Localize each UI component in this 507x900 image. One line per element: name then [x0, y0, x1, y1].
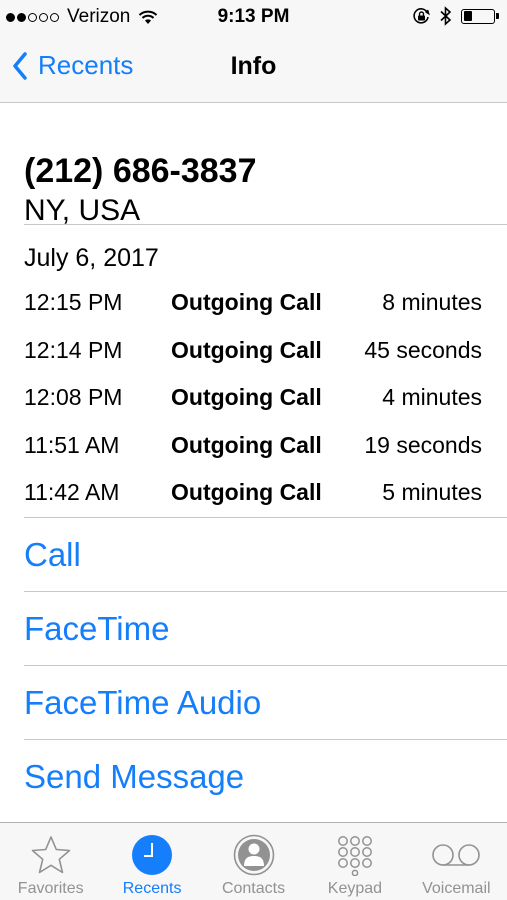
- person-icon: [233, 834, 274, 876]
- phone-screen: Verizon 9:13 PM Recents Info (212) 686-3…: [0, 0, 507, 900]
- call-history-list: 12:15 PM Outgoing Call 8 minutes 12:14 P…: [0, 275, 507, 517]
- clock-icon: [132, 835, 173, 875]
- call-type: Outgoing Call: [171, 431, 322, 458]
- star-icon: [31, 836, 71, 874]
- send-message-action-button[interactable]: Send Message: [0, 740, 507, 813]
- call-time: 12:14 PM: [24, 336, 123, 363]
- tab-label: Keypad: [327, 880, 383, 897]
- tab-voicemail[interactable]: Voicemail: [406, 823, 507, 900]
- call-type: Outgoing Call: [171, 384, 322, 410]
- navigation-bar: Recents Info: [0, 34, 507, 103]
- tab-label: Contacts: [221, 880, 286, 897]
- call-type: Outgoing Call: [171, 336, 322, 363]
- call-row: 11:51 AM Outgoing Call 19 seconds: [0, 422, 507, 470]
- status-bar: Verizon 9:13 PM: [0, 0, 507, 34]
- call-row: 12:15 PM Outgoing Call 8 minutes: [0, 279, 507, 327]
- call-duration: 8 minutes: [382, 289, 482, 315]
- call-duration: 5 minutes: [382, 479, 482, 505]
- orientation-lock-icon: [413, 7, 430, 24]
- tab-bar: Favorites Recents Contacts Keypad Voicem…: [0, 822, 507, 900]
- call-action-button[interactable]: Call: [0, 518, 507, 591]
- call-time: 12:15 PM: [24, 289, 123, 315]
- call-time: 12:08 PM: [24, 384, 123, 410]
- tab-keypad[interactable]: Keypad: [304, 823, 405, 900]
- tab-label: Recents: [122, 880, 182, 897]
- call-time: 11:42 AM: [24, 479, 120, 505]
- battery-tip: [496, 13, 499, 19]
- battery-icon: [461, 8, 495, 24]
- call-duration: 19 seconds: [364, 431, 482, 458]
- tab-recents[interactable]: Recents: [101, 823, 202, 900]
- call-duration: 45 seconds: [364, 336, 482, 363]
- status-right: [412, 6, 499, 26]
- call-row: 12:14 PM Outgoing Call 45 seconds: [0, 327, 507, 375]
- facetime-audio-action-button[interactable]: FaceTime Audio: [0, 666, 507, 739]
- call-row: 11:42 AM Outgoing Call 5 minutes: [0, 469, 507, 517]
- tab-favorites[interactable]: Favorites: [0, 823, 101, 900]
- facetime-action-button[interactable]: FaceTime: [0, 592, 507, 665]
- call-time: 11:51 AM: [24, 431, 120, 458]
- call-row: 12:08 PM Outgoing Call 4 minutes: [0, 374, 507, 422]
- call-duration: 4 minutes: [382, 384, 482, 410]
- battery-level: [463, 11, 473, 21]
- phone-number: (212) 686-3837: [24, 152, 257, 190]
- tab-contacts[interactable]: Contacts: [203, 823, 304, 900]
- page-title: Info: [230, 52, 277, 80]
- tab-label: Voicemail: [422, 880, 491, 897]
- call-date: July 6, 2017: [24, 244, 159, 272]
- info-content[interactable]: (212) 686-3837 NY, USA July 6, 2017 12:1…: [0, 103, 507, 823]
- call-type: Outgoing Call: [171, 479, 322, 505]
- contact-header: (212) 686-3837 NY, USA: [0, 103, 507, 227]
- voicemail-icon: [432, 844, 481, 866]
- keypad-icon: [337, 836, 372, 876]
- tab-label: Favorites: [17, 880, 84, 897]
- bluetooth-icon: [440, 6, 452, 26]
- call-type: Outgoing Call: [171, 289, 322, 315]
